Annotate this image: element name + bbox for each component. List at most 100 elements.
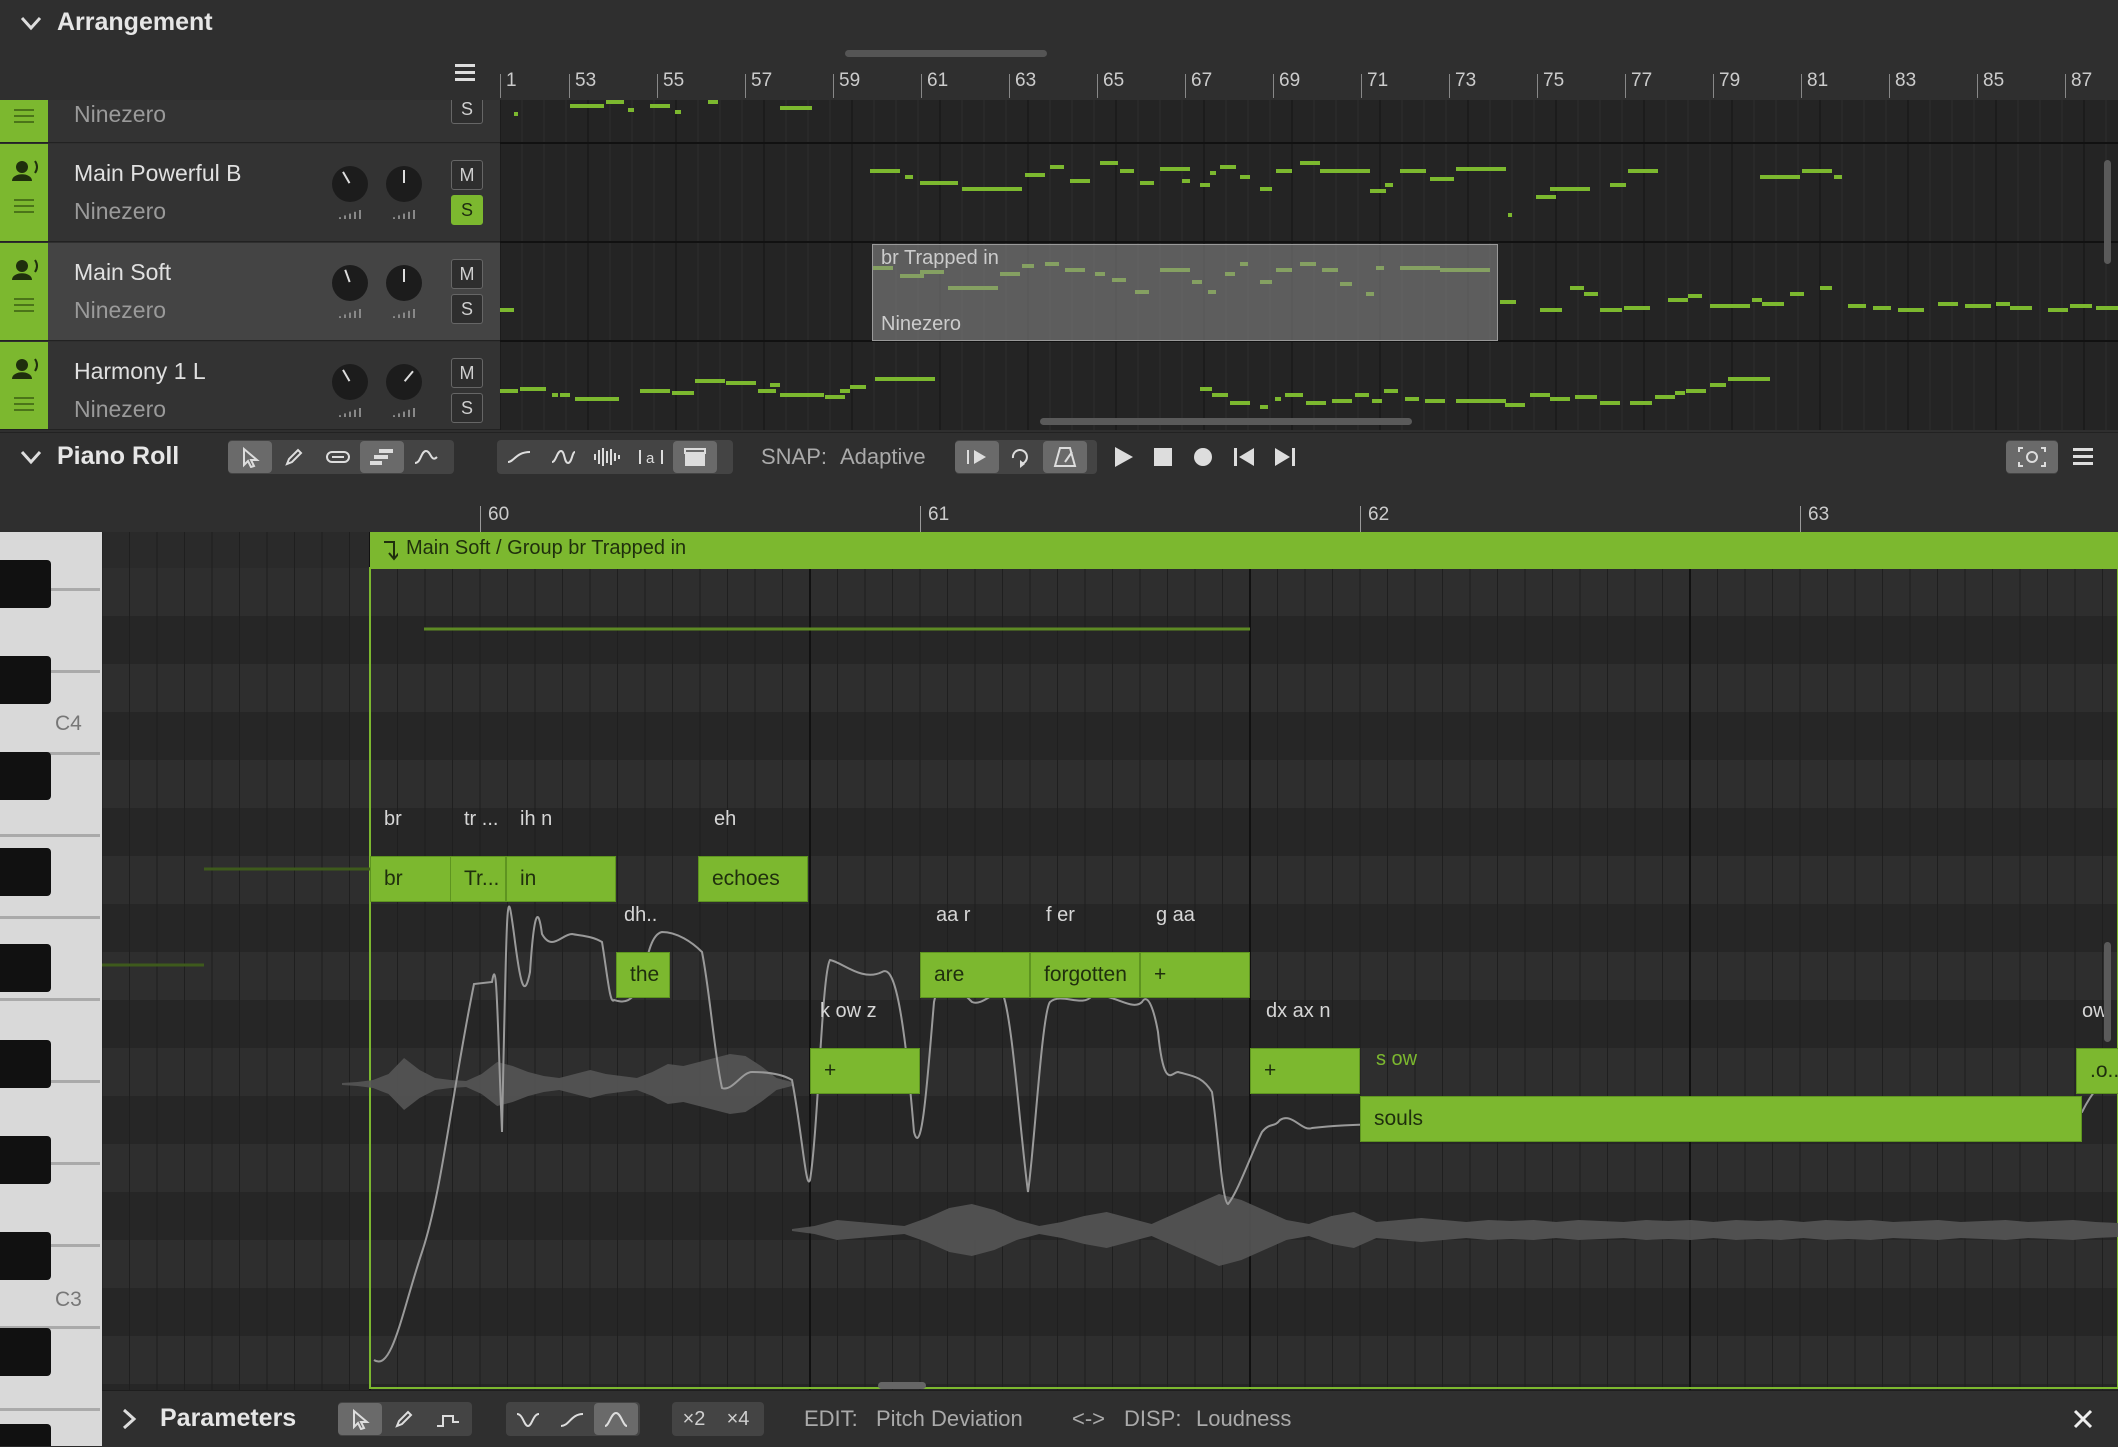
vertical-scrollbar[interactable] (2104, 942, 2111, 1042)
track-color-strip[interactable] (0, 100, 48, 142)
piano-roll-toolbar: Piano Roll a SNAP: Adaptive (0, 432, 2118, 481)
track-color-strip[interactable] (0, 342, 48, 429)
waveform-icon[interactable] (585, 441, 629, 473)
mute-button[interactable]: M (451, 160, 483, 190)
rise-shape-icon[interactable] (550, 1403, 594, 1435)
panel-resize-handle[interactable] (845, 50, 1047, 57)
note-block[interactable]: souls (1360, 1096, 2082, 1142)
mute-button[interactable]: M (451, 358, 483, 388)
group-block[interactable]: br Trapped in Ninezero (872, 244, 1498, 341)
chevron-right-icon[interactable] (118, 1406, 140, 1432)
piano-roll-grid[interactable]: br br Tr... tr ... in ih n the dh.. echoes eh + k o… (102, 532, 2118, 1390)
zoom-x4-button[interactable]: ×4 (716, 1403, 760, 1435)
skip-forward-icon[interactable] (1274, 447, 1296, 467)
edit-value[interactable]: Pitch Deviation (876, 1406, 1023, 1432)
param-tool-group (338, 1402, 472, 1436)
pan-knob[interactable] (386, 364, 422, 400)
ruler-tick (480, 506, 481, 532)
note-block[interactable]: Tr... (450, 856, 506, 902)
solo-button[interactable]: S (451, 393, 483, 423)
black-key[interactable] (0, 1232, 51, 1280)
record-icon[interactable] (1193, 447, 1213, 467)
note-block[interactable]: are (920, 952, 1030, 998)
close-icon[interactable] (2072, 1408, 2094, 1430)
loop-icon[interactable] (999, 441, 1043, 473)
metronome-icon[interactable] (1043, 441, 1087, 473)
track-header[interactable]: Main Powerful B Ninezero M S (0, 144, 500, 242)
solo-button[interactable]: S (451, 294, 483, 324)
piano-roll-ruler[interactable]: 60 61 62 63 (0, 480, 2118, 532)
arrangement-header[interactable]: Arrangement (0, 0, 2118, 46)
swap-icon[interactable]: <-> (1072, 1406, 1105, 1432)
clapper-icon[interactable] (673, 441, 717, 473)
black-key[interactable] (0, 1424, 51, 1446)
black-key[interactable] (0, 944, 51, 992)
track-header[interactable]: Ninezero S (0, 100, 500, 143)
param-select-icon[interactable] (338, 1403, 382, 1435)
black-key[interactable] (0, 752, 51, 800)
chevron-down-icon[interactable] (18, 10, 44, 36)
pen-tool-icon[interactable] (272, 441, 316, 473)
skip-back-icon[interactable] (1233, 447, 1255, 467)
solo-button[interactable]: S (451, 100, 483, 124)
black-key[interactable] (0, 1040, 51, 1088)
black-key[interactable] (0, 560, 51, 608)
zoom-x2-button[interactable]: ×2 (672, 1403, 716, 1435)
group-header-bar[interactable]: Main Soft / Group br Trapped in (370, 532, 2118, 568)
ruler-tick (2065, 74, 2066, 98)
arrangement-timeline[interactable]: br Trapped in Ninezero (500, 100, 2118, 430)
link-tool-icon[interactable] (316, 441, 360, 473)
menu-icon[interactable] (2072, 446, 2094, 468)
volume-knob[interactable] (332, 166, 368, 202)
black-key[interactable] (0, 656, 51, 704)
pan-knob[interactable] (386, 166, 422, 202)
track-header[interactable]: Main Soft Ninezero M S (0, 243, 500, 341)
track-color-strip[interactable] (0, 144, 48, 241)
dip-shape-icon[interactable] (506, 1403, 550, 1435)
exit-group-icon[interactable] (380, 540, 398, 562)
mute-button[interactable]: M (451, 259, 483, 289)
piano-keyboard[interactable]: C4 C3 (0, 532, 102, 1446)
select-tool-icon[interactable] (228, 441, 272, 473)
param-pen-icon[interactable] (382, 1403, 426, 1435)
black-key[interactable] (0, 848, 51, 896)
note-block[interactable]: echoes (698, 856, 808, 902)
stop-icon[interactable] (1153, 447, 1173, 467)
volume-knob[interactable] (332, 265, 368, 301)
solo-button[interactable]: S (451, 195, 483, 225)
track-menu-icon[interactable] (454, 62, 476, 84)
volume-knob[interactable] (332, 364, 368, 400)
horizontal-scrollbar[interactable] (1040, 418, 1412, 425)
pitch-wave-icon[interactable] (541, 441, 585, 473)
curve-tool-icon[interactable] (404, 441, 448, 473)
chevron-down-icon[interactable] (18, 444, 44, 470)
follow-playhead-icon[interactable] (955, 441, 999, 473)
note-block[interactable]: + (1250, 1048, 1360, 1094)
phoneme-icon[interactable]: a (629, 441, 673, 473)
track-header[interactable]: Harmony 1 L Ninezero M S (0, 342, 500, 430)
note-block[interactable]: the (616, 952, 670, 998)
black-key[interactable] (0, 1328, 51, 1376)
ruler-tick (1360, 506, 1361, 532)
vertical-scrollbar[interactable] (2104, 160, 2111, 264)
snap-value[interactable]: Adaptive (840, 444, 926, 470)
voice-icon (12, 358, 38, 411)
play-icon[interactable] (1112, 446, 1134, 468)
screenshot-icon[interactable] (2006, 441, 2058, 473)
arrangement-ruler[interactable]: 1 53 55 57 59 61 63 65 67 69 71 73 75 77 79 81 83 85 87 (500, 64, 2118, 101)
param-anchor-icon[interactable] (426, 1403, 470, 1435)
disp-value[interactable]: Loudness (1196, 1406, 1291, 1432)
param-scroll-handle[interactable] (878, 1382, 926, 1389)
pitch-curve-icon[interactable] (497, 441, 541, 473)
pan-knob[interactable] (386, 265, 422, 301)
note-block[interactable]: + (1140, 952, 1250, 998)
phoneme-label: br (384, 808, 402, 830)
note-block[interactable]: forgotten (1030, 952, 1140, 998)
track-color-strip[interactable] (0, 243, 48, 340)
note-block[interactable]: + (810, 1048, 920, 1094)
black-key[interactable] (0, 1136, 51, 1184)
note-block[interactable]: in (506, 856, 616, 902)
arch-shape-icon[interactable] (594, 1403, 638, 1435)
notes-tool-icon[interactable] (360, 441, 404, 473)
note-block[interactable]: .o.. (2076, 1048, 2118, 1094)
